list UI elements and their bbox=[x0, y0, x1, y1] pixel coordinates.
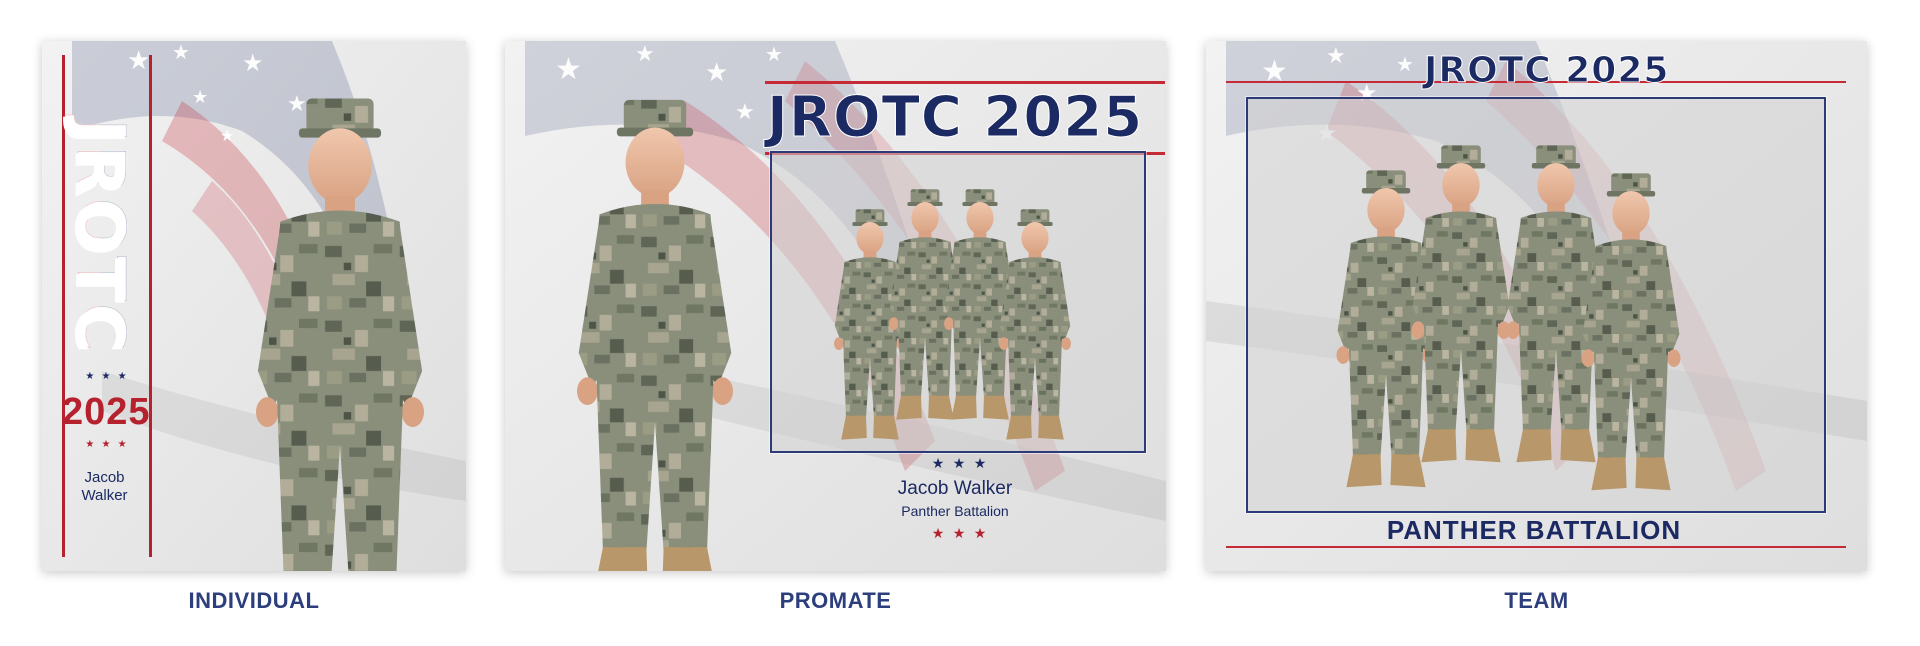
promate-card[interactable]: ★ ★ ★ ★ ★ JROTC 2025 ★ ★ ★ Jacob Walker … bbox=[505, 41, 1166, 571]
year-label: 2025 bbox=[62, 391, 151, 433]
soldier-photo bbox=[999, 209, 1071, 440]
unit-banner: PANTHER BATTALION bbox=[1386, 515, 1682, 545]
soldier-photo bbox=[1411, 145, 1511, 463]
svg-text:★: ★ bbox=[172, 41, 190, 64]
svg-text:★: ★ bbox=[635, 42, 655, 67]
star-row-red: ★ ★ ★ bbox=[931, 526, 989, 542]
first-name: Jacob bbox=[84, 469, 125, 486]
star-icon: ★ bbox=[127, 46, 150, 76]
soldier-photo bbox=[256, 98, 424, 571]
title-rule-top bbox=[765, 81, 1165, 84]
title-rule-bottom bbox=[1226, 546, 1846, 548]
unit-name: Panther Battalion bbox=[901, 503, 1009, 519]
svg-text:★: ★ bbox=[555, 52, 582, 87]
caption-individual: INDIVIDUAL bbox=[188, 588, 320, 613]
soldier-photo bbox=[577, 99, 733, 571]
star-row-red: ★ ★ ★ bbox=[85, 439, 129, 450]
jrotc-title: JROTC 2025 bbox=[767, 85, 1144, 151]
svg-text:★: ★ bbox=[765, 42, 783, 66]
svg-text:★: ★ bbox=[1326, 44, 1346, 69]
caption-promate: PROMATE bbox=[779, 588, 892, 613]
individual-card[interactable]: ★ ★ ★ ★ ★ ★ JROTC ★ ★ ★ 2025 ★ ★ ★ Jacob… bbox=[42, 41, 466, 571]
caption-team: TEAM bbox=[1504, 588, 1569, 613]
star-row-navy: ★ ★ ★ bbox=[931, 456, 989, 472]
jrotc-vertical-title: JROTC bbox=[60, 106, 140, 366]
svg-text:★: ★ bbox=[242, 49, 264, 77]
last-name: Walker bbox=[81, 487, 128, 504]
jrotc-title: JROTC 2025 bbox=[1424, 50, 1670, 92]
cadet-name: Jacob Walker bbox=[897, 478, 1013, 499]
star-row-navy: ★ ★ ★ bbox=[85, 371, 129, 382]
svg-text:★: ★ bbox=[705, 58, 728, 88]
right-red-rule bbox=[149, 55, 152, 557]
svg-text:★: ★ bbox=[1261, 54, 1288, 89]
soldier-photo bbox=[1581, 173, 1681, 491]
team-card[interactable]: ★ ★ ★ ★ ★ JROTC 2025 PANTHER BATTALION bbox=[1206, 41, 1867, 571]
svg-text:★: ★ bbox=[1396, 52, 1414, 76]
